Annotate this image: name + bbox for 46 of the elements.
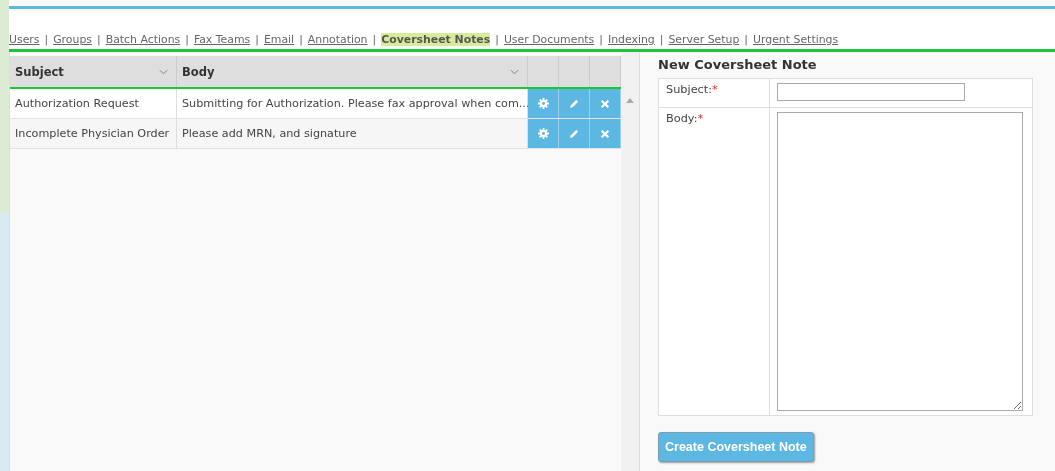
settings-button[interactable] xyxy=(528,119,559,148)
separator: | xyxy=(659,33,664,46)
nav-link[interactable]: User Documents xyxy=(503,33,595,46)
close-icon xyxy=(600,128,610,139)
chevron-icon[interactable] xyxy=(159,68,168,75)
close-icon xyxy=(600,98,610,109)
pencil-icon xyxy=(568,128,580,139)
column-header[interactable]: Body xyxy=(177,56,528,87)
nav-link[interactable]: Email xyxy=(263,33,295,46)
table-cell: Incomplete Physician Order xyxy=(10,119,177,148)
column-header[interactable]: Subject xyxy=(10,56,177,87)
gear-icon xyxy=(537,98,549,109)
field-label: Subject:* xyxy=(666,83,718,96)
separator: | xyxy=(97,33,101,46)
chevron-icon[interactable] xyxy=(510,68,519,75)
settings-button[interactable] xyxy=(528,89,559,118)
form-title: New Coversheet Note xyxy=(658,57,818,72)
separator: | xyxy=(185,33,189,46)
nav-link[interactable]: Groups xyxy=(53,33,92,46)
table-cell: Authorization Request xyxy=(10,89,177,118)
nav-link[interactable]: Users xyxy=(9,33,40,46)
separator: | xyxy=(255,33,259,46)
body-field[interactable] xyxy=(777,112,1023,411)
scrollbar[interactable] xyxy=(621,52,639,471)
edit-button[interactable] xyxy=(559,89,590,118)
gear-icon xyxy=(537,128,549,139)
separator: | xyxy=(372,33,377,46)
field-label: Body:* xyxy=(666,112,704,125)
separator: | xyxy=(495,33,499,46)
nav-link[interactable]: Batch Actions xyxy=(105,33,181,46)
pencil-icon xyxy=(568,98,580,109)
separator: | xyxy=(744,33,748,46)
nav-link[interactable]: Server Setup xyxy=(668,33,740,46)
separator: | xyxy=(599,33,603,46)
nav-link[interactable]: Indexing xyxy=(607,33,655,46)
separator: | xyxy=(299,33,303,46)
nav-link[interactable]: Coversheet Notes xyxy=(381,33,491,46)
separator: | xyxy=(44,33,49,46)
delete-button[interactable] xyxy=(590,119,621,148)
nav-link[interactable]: Urgent Settings xyxy=(753,33,839,46)
edit-button[interactable] xyxy=(559,119,590,148)
nav-link[interactable]: Annotation xyxy=(307,33,368,46)
delete-button[interactable] xyxy=(590,89,621,118)
subject-field[interactable] xyxy=(777,83,965,101)
scroll-up-icon[interactable] xyxy=(626,98,634,103)
nav-link[interactable]: Fax Teams xyxy=(193,33,251,46)
